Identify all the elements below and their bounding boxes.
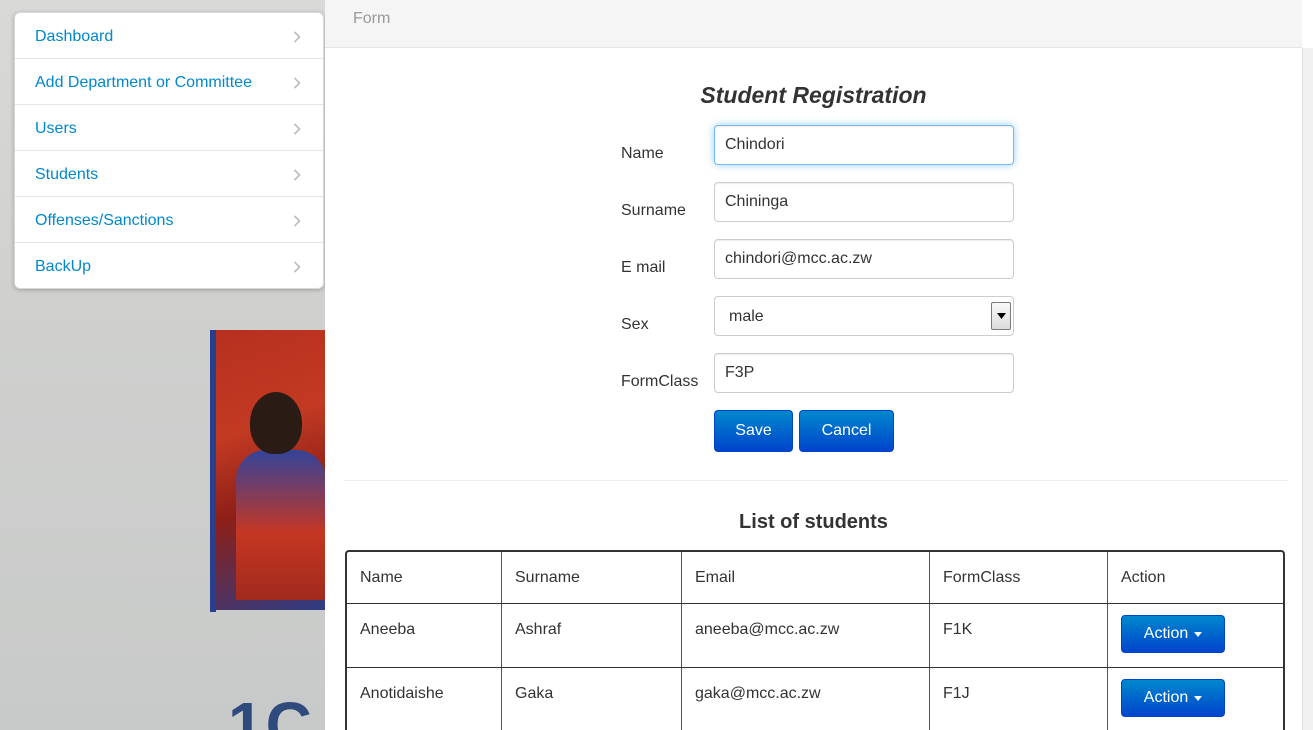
sidebar-item-label: Offenses/Sanctions (35, 212, 174, 229)
column-header-formclass: FormClass (943, 569, 1021, 586)
sidebar-item-label: Students (35, 166, 99, 183)
table-row-divider (347, 603, 1283, 604)
sex-label: Sex (621, 316, 649, 333)
sidebar-item-label: BackUp (35, 258, 92, 275)
row-action-button[interactable]: Action (1121, 679, 1225, 717)
sidebar-item-backup[interactable]: BackUp (15, 243, 323, 288)
chevron-right-icon (291, 118, 303, 140)
sidebar-item-offenses-sanctions[interactable]: Offenses/Sanctions (15, 197, 323, 243)
name-label: Name (621, 145, 664, 162)
sidebar-item-label: Dashboard (35, 28, 114, 45)
sidebar-item-users[interactable]: Users (15, 105, 323, 151)
email-input[interactable] (714, 239, 1014, 279)
formclass-row: FormClass (325, 353, 1302, 395)
column-header-name: Name (360, 569, 403, 586)
table-cell-email: aneeba@mcc.ac.zw (695, 621, 840, 638)
table-column-divider (929, 552, 930, 730)
table-cell-name: Aneeba (360, 621, 416, 638)
email-label: E mail (621, 259, 666, 276)
table-cell-surname: Gaka (515, 685, 554, 702)
dropdown-arrow-icon[interactable] (991, 302, 1011, 330)
sidebar-item-students[interactable]: Students (15, 151, 323, 197)
table-cell-email: gaka@mcc.ac.zw (695, 685, 821, 702)
caret-down-icon (1194, 631, 1203, 637)
action-button-label: Action (1143, 625, 1189, 642)
main-panel: Form Student Registration Name Surname E… (325, 0, 1302, 730)
column-header-action: Action (1121, 569, 1166, 586)
sidebar-item-dashboard[interactable]: Dashboard (15, 13, 323, 59)
formclass-input[interactable] (714, 353, 1014, 393)
chevron-right-icon (291, 210, 303, 232)
save-button[interactable]: Save (714, 410, 793, 452)
name-input[interactable] (714, 125, 1014, 165)
students-table: Name Surname Email FormClass Action Anee… (345, 550, 1285, 730)
sex-row: Sex male (325, 296, 1302, 338)
form-header: Form (325, 0, 1302, 48)
chevron-right-icon (291, 72, 303, 94)
chevron-right-icon (291, 164, 303, 186)
sidebar-item-add-department[interactable]: Add Department or Committee (15, 59, 323, 105)
surname-label: Surname (621, 202, 686, 219)
sidebar-item-label: Add Department or Committee (35, 74, 252, 91)
vertical-scrollbar[interactable] (1302, 48, 1313, 730)
action-button-label: Action (1143, 689, 1189, 706)
sex-select[interactable]: male (714, 296, 1014, 336)
table-column-divider (501, 552, 502, 730)
sidebar-item-label: Users (35, 120, 77, 137)
cancel-button[interactable]: Cancel (799, 410, 894, 452)
formclass-label: FormClass (621, 373, 699, 390)
table-row-divider (347, 667, 1283, 668)
table-cell-name: Anotidaishe (360, 685, 444, 702)
wall-text: 1C (228, 689, 314, 730)
column-header-email: Email (695, 569, 736, 586)
sex-select-value: male (729, 308, 764, 325)
name-row: Name (325, 125, 1302, 167)
table-cell-surname: Ashraf (515, 621, 562, 638)
sidebar-menu: Dashboard Add Department or Committee Us… (14, 12, 324, 289)
poster-edge (210, 330, 216, 612)
table-column-divider (681, 552, 682, 730)
caret-down-icon (1194, 695, 1203, 701)
table-cell-formclass: F1J (943, 685, 970, 702)
column-header-surname: Surname (515, 569, 580, 586)
email-row: E mail (325, 239, 1302, 281)
students-list-title: List of students (739, 511, 888, 533)
registration-title: Student Registration (700, 82, 927, 108)
photo-figure-body (236, 450, 326, 600)
table-cell-formclass: F1K (943, 621, 973, 638)
chevron-right-icon (291, 256, 303, 278)
section-divider (344, 480, 1288, 481)
form-header-title: Form (353, 10, 391, 27)
table-column-divider (1107, 552, 1108, 730)
surname-input[interactable] (714, 182, 1014, 222)
row-action-button[interactable]: Action (1121, 615, 1225, 653)
surname-row: Surname (325, 182, 1302, 224)
chevron-right-icon (291, 26, 303, 48)
photo-figure-head (250, 392, 302, 454)
